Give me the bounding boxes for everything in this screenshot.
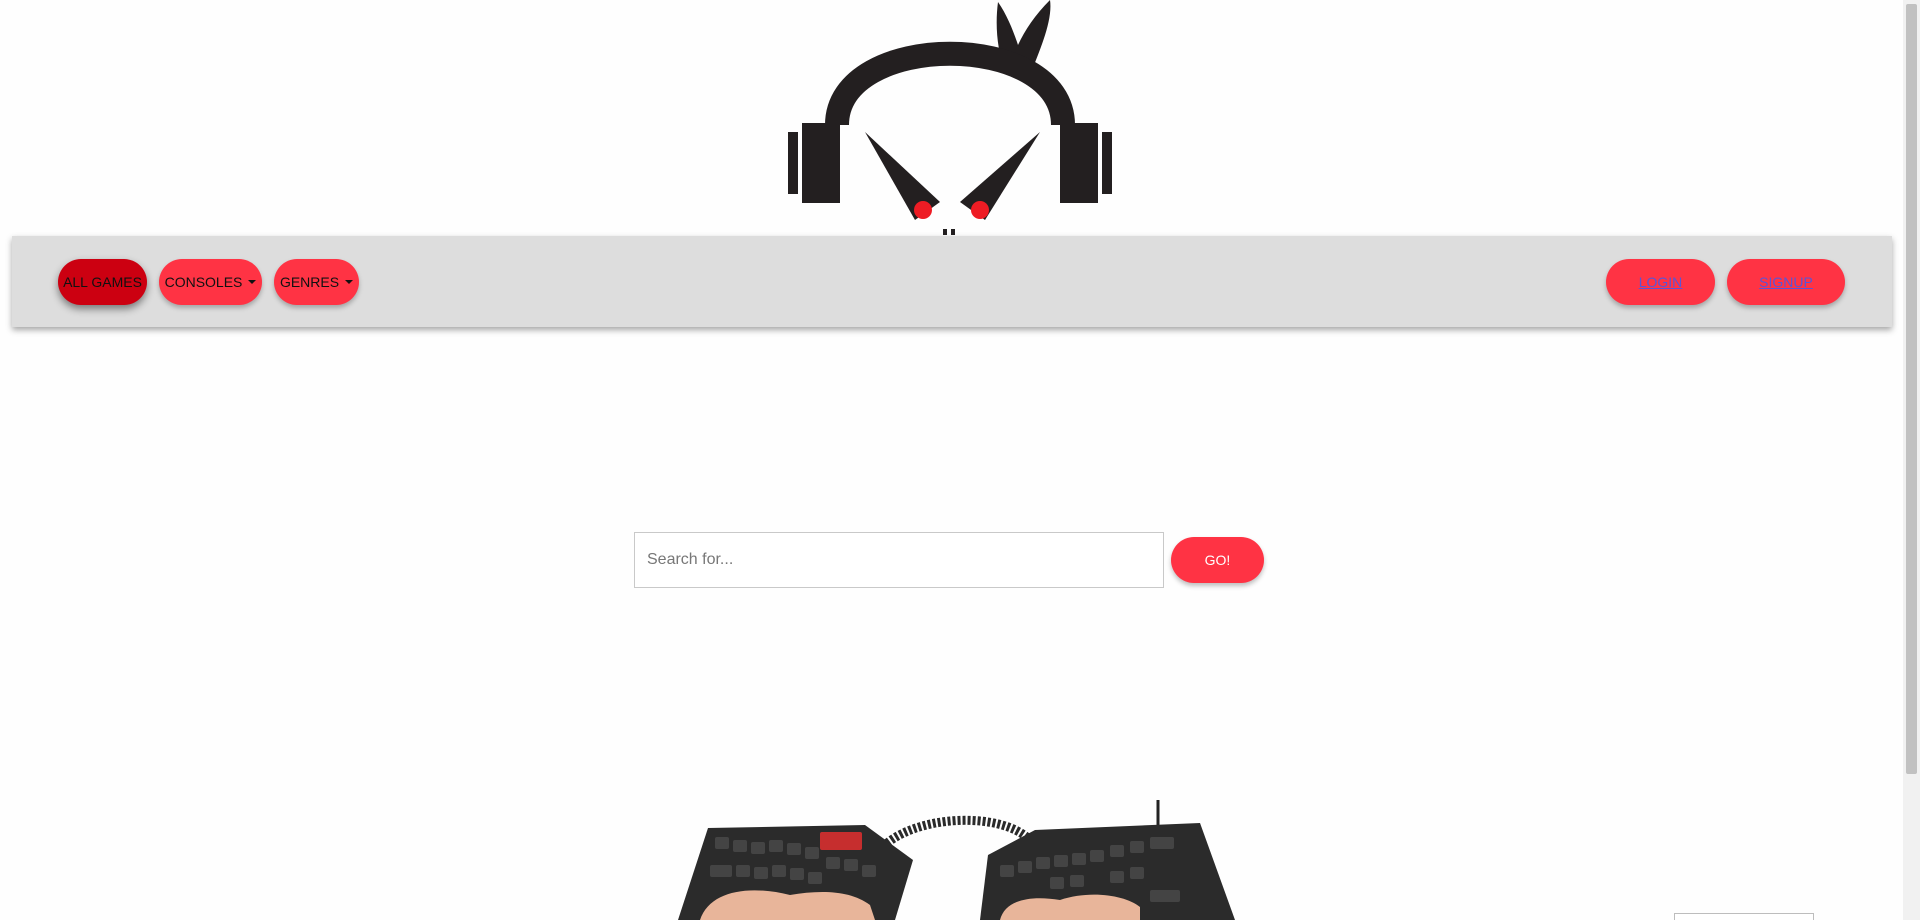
login-button[interactable]: LOGIN	[1606, 259, 1715, 305]
search-input[interactable]	[634, 532, 1164, 588]
bottom-right-widget	[1674, 913, 1814, 920]
signup-label: SIGNUP	[1759, 274, 1813, 290]
chevron-down-icon	[248, 280, 257, 284]
nav-all-games-button[interactable]: ALL GAMES	[58, 259, 147, 305]
nav-genres-dropdown[interactable]: GENRES	[274, 259, 359, 305]
nav-genres-label: GENRES	[279, 274, 340, 290]
nav-all-games-label: ALL GAMES	[63, 274, 142, 290]
nav-consoles-dropdown[interactable]: CONSOLES	[159, 259, 262, 305]
keyboard-hero-image	[678, 800, 1235, 920]
page-scrollbar[interactable]	[1903, 0, 1920, 920]
login-label: LOGIN	[1638, 274, 1683, 290]
nav-consoles-label: CONSOLES	[164, 274, 243, 290]
search-go-label: GO!	[1204, 552, 1231, 568]
signup-button[interactable]: SIGNUP	[1727, 259, 1845, 305]
search-go-button[interactable]: GO!	[1171, 537, 1264, 583]
site-logo-icon[interactable]	[785, 0, 1115, 235]
scrollbar-thumb[interactable]	[1906, 4, 1917, 774]
main-navbar: ALL GAMES CONSOLES GENRES LOGIN SIGNUP	[12, 236, 1892, 327]
chevron-down-icon	[345, 280, 354, 284]
